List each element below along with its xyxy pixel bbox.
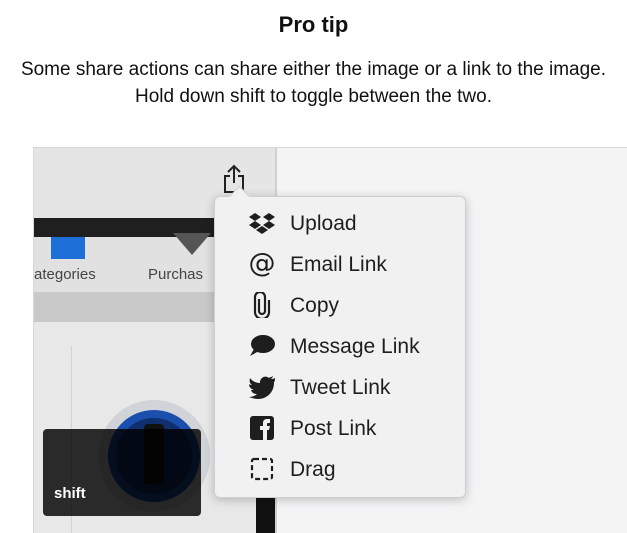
shift-key-overlay: shift — [43, 429, 201, 516]
folder-icon — [51, 237, 85, 259]
menu-item-tweet-link[interactable]: Tweet Link — [215, 367, 465, 408]
menu-item-label: Upload — [290, 212, 357, 235]
menu-item-message-link[interactable]: Message Link — [215, 326, 465, 367]
at-icon: @ — [248, 248, 276, 279]
paperclip-icon — [248, 292, 276, 318]
menu-item-drag[interactable]: Drag — [215, 449, 465, 490]
menu-item-label: Message Link — [290, 335, 420, 358]
menu-item-label: Drag — [290, 458, 336, 481]
menu-item-label: Copy — [290, 294, 340, 317]
menu-item-label: Email Link — [290, 253, 387, 276]
facebook-icon — [248, 415, 276, 441]
dashed-square-icon — [248, 456, 276, 482]
twitter-bird-icon — [248, 374, 276, 400]
pro-tip-title: Pro tip — [278, 12, 349, 37]
menu-item-copy[interactable]: Copy — [215, 285, 465, 326]
menu-item-email-link[interactable]: @ Email Link — [215, 244, 465, 285]
pro-tip-description: Some share actions can share either the … — [20, 59, 607, 107]
heart-icon — [173, 233, 211, 255]
menu-item-upload[interactable]: Upload — [215, 203, 465, 244]
tab-purchases[interactable]: Purchas — [148, 266, 203, 283]
share-menu: Upload @ Email Link Copy Message Link Tw… — [214, 185, 466, 498]
tab-categories[interactable]: ategories — [34, 266, 96, 283]
menu-item-post-link[interactable]: Post Link — [215, 408, 465, 449]
shift-key-label: shift — [54, 485, 86, 502]
dropbox-icon — [248, 210, 276, 236]
menu-item-label: Tweet Link — [290, 376, 391, 399]
menu-item-label: Post Link — [290, 417, 377, 440]
speech-bubble-icon — [248, 333, 276, 359]
